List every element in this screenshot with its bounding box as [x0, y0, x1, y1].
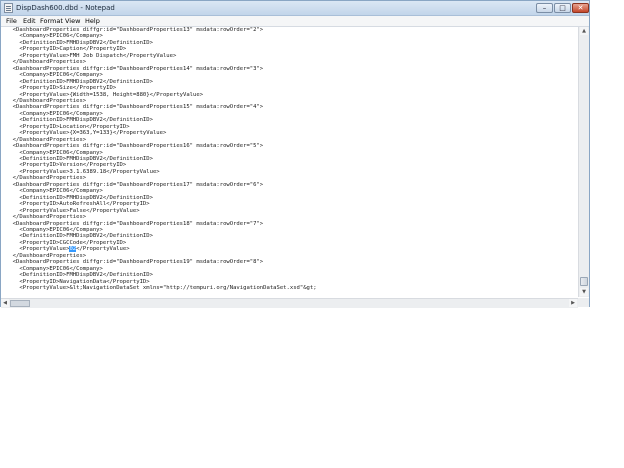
- editor-line: <PropertyValue>3.1.6389.18</PropertyValu…: [6, 168, 160, 175]
- editor-line: <PropertyID>Caption</PropertyID>: [6, 46, 127, 53]
- editor-line: <PropertyValue>False</PropertyValue>: [6, 207, 140, 214]
- menu-edit[interactable]: Edit: [23, 16, 36, 26]
- horizontal-scrollbar[interactable]: ◀ ▶: [1, 298, 578, 308]
- horizontal-scroll-thumb[interactable]: [10, 300, 30, 307]
- editor-line: <Company>EPIC06</Company>: [6, 33, 103, 40]
- selected-text[interactable]: 02: [69, 246, 77, 253]
- menu-format[interactable]: Format: [40, 16, 63, 26]
- menu-help[interactable]: Help: [85, 16, 100, 26]
- editor-line: <DashboardProperties diffgr:id="Dashboar…: [6, 27, 264, 33]
- editor-line: </DashboardProperties>: [6, 175, 87, 182]
- notepad-window: DispDash600.dbd - Notepad – □ ✕ File Edi…: [0, 0, 590, 308]
- notepad-icon: [4, 3, 13, 13]
- editor-line: </DashboardProperties>: [6, 252, 87, 259]
- editor-line: <PropertyValue>&lt;NavigationDataSet xml…: [6, 285, 317, 291]
- editor-line: <DefinitionID>FMHDispDBV2</DefinitionID>: [6, 78, 153, 85]
- editor-line: <DefinitionID>FMHDispDBV2</DefinitionID>: [6, 194, 153, 201]
- editor-line: <DefinitionID>FMHDispDBV2</DefinitionID>: [6, 117, 153, 124]
- scroll-left-icon[interactable]: ◀: [1, 299, 9, 307]
- editor-line: <DashboardProperties diffgr:id="Dashboar…: [6, 143, 264, 150]
- editor-line: <Company>EPIC06</Company>: [6, 188, 103, 195]
- editor-line: <PropertyValue>{Width=1538, Height=880}<…: [6, 91, 204, 98]
- editor-line: <DashboardProperties diffgr:id="Dashboar…: [6, 104, 264, 111]
- editor-line: <PropertyID>Version</PropertyID>: [6, 162, 127, 169]
- scroll-right-icon[interactable]: ▶: [569, 299, 577, 307]
- menu-file[interactable]: File: [6, 16, 17, 26]
- size-grip[interactable]: [578, 298, 589, 307]
- editor-line: <DefinitionID>FMHDispDBV2</DefinitionID>: [6, 233, 153, 240]
- editor-line: <PropertyValue>FMH Job Dispatch</Propert…: [6, 52, 177, 59]
- maximize-button[interactable]: □: [554, 3, 571, 13]
- editor-line: </DashboardProperties>: [6, 136, 87, 143]
- editor-line: <Company>EPIC06</Company>: [6, 110, 103, 117]
- editor-line: <DefinitionID>FMHDispDBV2</DefinitionID>: [6, 272, 153, 279]
- editor-line: <PropertyValue>{X=363,Y=133}</PropertyVa…: [6, 130, 167, 137]
- minimize-button[interactable]: –: [536, 3, 553, 13]
- editor-line: <Company>EPIC06</Company>: [6, 72, 103, 79]
- editor-line: <DashboardProperties diffgr:id="Dashboar…: [6, 220, 264, 227]
- text-editor[interactable]: <DashboardProperties diffgr:id="Dashboar…: [1, 27, 577, 297]
- editor-line: </DashboardProperties>: [6, 214, 87, 221]
- editor-line: <Company>EPIC06</Company>: [6, 265, 103, 272]
- editor-line: <Company>EPIC06</Company>: [6, 149, 103, 156]
- editor-line: <PropertyID>NavigationData</PropertyID>: [6, 278, 150, 285]
- editor-line: <DashboardProperties diffgr:id="Dashboar…: [6, 181, 264, 188]
- editor-line: <PropertyID>Size</PropertyID>: [6, 85, 117, 92]
- menu-bar: File Edit Format View Help: [1, 16, 589, 27]
- scroll-up-icon[interactable]: ▲: [580, 27, 588, 35]
- editor-line: <PropertyID>Location</PropertyID>: [6, 123, 130, 130]
- editor-line: <DefinitionID>FMHDispDBV2</DefinitionID>: [6, 156, 153, 162]
- editor-line: <DefinitionID>FMHDispDBV2</DefinitionID>: [6, 39, 153, 46]
- editor-line: <DashboardProperties diffgr:id="Dashboar…: [6, 259, 264, 266]
- title-bar[interactable]: DispDash600.dbd - Notepad – □ ✕: [1, 1, 589, 16]
- editor-line: </DashboardProperties>: [6, 97, 87, 104]
- editor-line: <PropertyID>CGCCode</PropertyID>: [6, 239, 127, 246]
- menu-view[interactable]: View: [65, 16, 80, 26]
- vertical-scroll-thumb[interactable]: [580, 277, 588, 286]
- editor-line: <PropertyValue>02</PropertyValue>: [6, 246, 130, 253]
- editor-line: <DashboardProperties diffgr:id="Dashboar…: [6, 65, 264, 72]
- editor-line: <Company>EPIC06</Company>: [6, 226, 103, 233]
- close-button[interactable]: ✕: [572, 3, 589, 13]
- vertical-scrollbar[interactable]: ▲ ▼: [578, 27, 589, 297]
- editor-line: <PropertyID>AutoRefreshAll</PropertyID>: [6, 201, 150, 208]
- scroll-down-icon[interactable]: ▼: [580, 288, 588, 296]
- editor-line: </DashboardProperties>: [6, 59, 87, 66]
- window-title: DispDash600.dbd - Notepad: [16, 4, 115, 12]
